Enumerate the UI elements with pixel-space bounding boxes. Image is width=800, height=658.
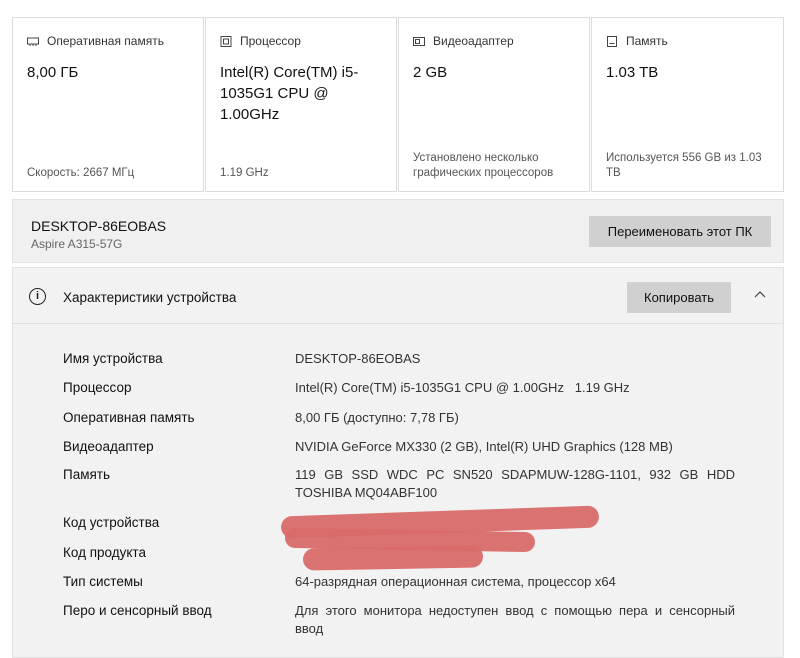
spec-value: 64-разрядная операционная система, проце… (295, 574, 616, 589)
card-storage-sub: Используется 556 GB из 1.03 TB (606, 152, 762, 179)
copy-button[interactable]: Копировать (627, 282, 731, 313)
pc-model: Aspire A315-57G (31, 237, 123, 251)
chevron-up-icon[interactable] (753, 288, 767, 302)
card-cpu-sub: 1.19 GHz (220, 167, 269, 179)
card-gpu-title: Видеоадаптер (433, 34, 514, 48)
spec-value: NVIDIA GeForce MX330 (2 GB), Intel(R) UH… (295, 439, 673, 454)
spec-value: 119 GB SSD WDC PC SN520 SDAPMUW-128G-110… (295, 467, 735, 500)
spec-key: Перо и сенсорный ввод (63, 603, 212, 618)
spec-key: Память (63, 467, 111, 482)
card-ram-header: Оперативная память (27, 34, 164, 48)
gpu-icon (413, 36, 425, 46)
spec-key: Тип системы (63, 574, 143, 589)
rename-pc-button[interactable]: Переименовать этот ПК (589, 216, 771, 247)
pc-name-bar: DESKTOP-86EOBAS Aspire A315-57G Переимен… (12, 199, 784, 263)
device-specs-title: Характеристики устройства (63, 290, 237, 305)
summary-cards: Оперативная память 8,00 ГБ Скорость: 266… (12, 17, 784, 192)
storage-icon (607, 35, 617, 47)
card-ram-value: 8,00 ГБ (27, 64, 79, 81)
spec-key: Код устройства (63, 515, 160, 530)
spec-key: Код продукта (63, 545, 146, 560)
spec-value: DESKTOP-86EOBAS (295, 351, 421, 366)
device-specs-header[interactable]: i Характеристики устройства Копировать (13, 268, 783, 324)
card-storage-title: Память (626, 34, 668, 48)
card-storage: Память 1.03 TB Используется 556 GB из 1.… (591, 17, 784, 192)
card-gpu-sub: Установлено несколько графических процес… (413, 152, 554, 179)
card-cpu-value: Intel(R) Core(TM) i5-1035G1 CPU @ 1.00GH… (220, 64, 359, 123)
card-ram-sub: Скорость: 2667 МГц (27, 167, 135, 179)
device-specs-panel: i Характеристики устройства Копировать И… (12, 267, 784, 658)
cpu-icon (220, 35, 232, 47)
spec-key: Процессор (63, 380, 132, 395)
card-storage-value: 1.03 TB (606, 64, 659, 81)
spec-key: Оперативная память (63, 410, 195, 425)
spec-key: Видеоадаптер (63, 439, 154, 454)
card-ram: Оперативная память 8,00 ГБ Скорость: 266… (12, 17, 204, 192)
spec-value: Intel(R) Core(TM) i5-1035G1 CPU @ 1.00GH… (295, 380, 630, 395)
info-icon: i (29, 288, 46, 305)
card-gpu-value: 2 GB (413, 64, 448, 81)
card-gpu-header: Видеоадаптер (413, 34, 514, 48)
ram-icon (27, 37, 39, 46)
spec-value: 8,00 ГБ (доступно: 7,78 ГБ) (295, 410, 459, 425)
spec-value: Для этого монитора недоступен ввод с пом… (295, 603, 735, 636)
pc-name: DESKTOP-86EOBAS (31, 218, 167, 234)
spec-key: Имя устройства (63, 351, 163, 366)
card-ram-title: Оперативная память (47, 34, 164, 48)
card-gpu: Видеоадаптер 2 GB Установлено несколько … (398, 17, 590, 192)
card-cpu: Процессор Intel(R) Core(TM) i5-1035G1 CP… (205, 17, 397, 192)
redaction-mark (302, 545, 484, 571)
card-cpu-header: Процессор (220, 34, 301, 48)
card-storage-header: Память (606, 34, 668, 48)
card-cpu-title: Процессор (240, 34, 301, 48)
